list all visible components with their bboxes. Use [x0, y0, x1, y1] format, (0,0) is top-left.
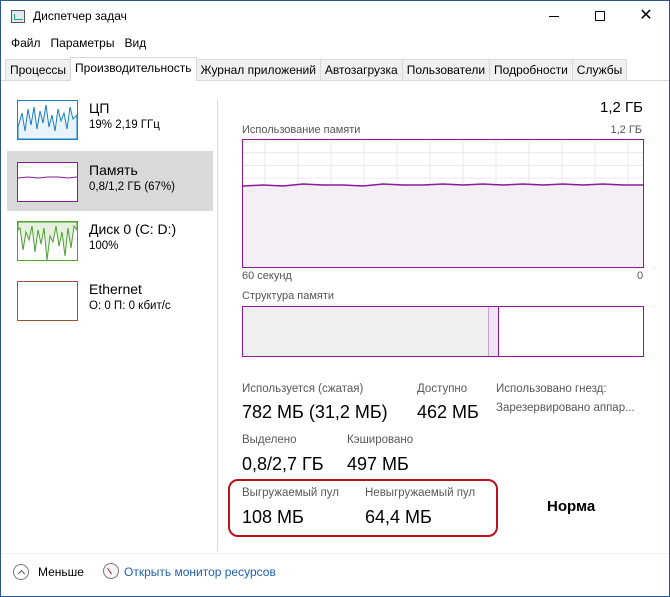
memory-usage-graph [243, 140, 643, 267]
available-value: 462 МБ [417, 402, 479, 422]
chart-time-left: 60 секунд [242, 270, 292, 282]
menu-file[interactable]: Файл [1, 33, 47, 53]
in-use-label: Используется (сжатая) [242, 383, 364, 395]
minimize-icon [549, 15, 559, 17]
usage-chart-label: Использование памяти [242, 124, 361, 136]
in-use-value: 782 МБ (31,2 МБ) [242, 402, 388, 422]
window-title: Диспетчер задач [33, 9, 127, 23]
tab-services[interactable]: Службы [571, 59, 628, 81]
sidebar-ethernet-detail: О: 0 П: 0 кбит/с [89, 300, 171, 312]
sidebar-disk-name: Диск 0 (C: D:) [89, 221, 177, 237]
norm-annotation: Норма [547, 498, 596, 515]
cached-value: 497 МБ [347, 454, 409, 474]
pool-highlight-outline [228, 479, 498, 537]
memory-usage-chart [242, 139, 644, 268]
sidebar-item-disk[interactable]: Диск 0 (C: D:) 100% [7, 211, 213, 271]
tab-performance[interactable]: Производительность [70, 57, 197, 81]
resource-sidebar: ЦП 19% 2,19 ГГц Память 0,8/1,2 ГБ (67%) … [7, 89, 213, 549]
menu-options[interactable]: Параметры [47, 33, 121, 53]
menu-bar: Файл Параметры Вид [1, 33, 152, 53]
committed-label: Выделено [242, 434, 297, 446]
maximize-icon [595, 11, 605, 21]
resource-monitor-icon[interactable] [103, 563, 119, 579]
menu-view[interactable]: Вид [120, 33, 152, 53]
close-icon: ✕ [639, 7, 653, 24]
committed-value: 0,8/2,7 ГБ [242, 454, 324, 474]
sidebar-disk-detail: 100% [89, 240, 119, 252]
chevron-up-icon[interactable] [13, 564, 29, 580]
close-button[interactable]: ✕ [623, 1, 669, 31]
sidebar-cpu-name: ЦП [89, 100, 110, 116]
memory-structure-bar [242, 306, 644, 357]
sidebar-ethernet-name: Ethernet [89, 281, 142, 297]
task-manager-icon [11, 10, 25, 23]
sidebar-cpu-detail: 19% 2,19 ГГц [89, 119, 160, 131]
sidebar-memory-detail: 0,8/1,2 ГБ (67%) [89, 181, 176, 193]
memory-thumbnail-graph [17, 162, 78, 202]
task-manager-window: Диспетчер задач ✕ Файл Параметры Вид Про… [0, 0, 670, 597]
usage-chart-max-label: 1,2 ГБ [610, 124, 642, 136]
tab-users[interactable]: Пользователи [401, 59, 491, 81]
fewer-details-button[interactable]: Меньше [38, 565, 84, 579]
tab-app-history[interactable]: Журнал приложений [195, 59, 321, 81]
structure-chart-label: Структура памяти [242, 290, 335, 302]
footer-divider [1, 553, 669, 554]
minimize-button[interactable] [531, 1, 577, 31]
ethernet-thumbnail-graph [17, 281, 78, 321]
tab-processes[interactable]: Процессы [5, 59, 72, 81]
tab-startup[interactable]: Автозагрузка [319, 59, 403, 81]
memory-total: 1,2 ГБ [600, 99, 643, 116]
sidebar-item-memory[interactable]: Память 0,8/1,2 ГБ (67%) [7, 151, 213, 211]
chart-time-right: 0 [637, 270, 644, 282]
sidebar-item-ethernet[interactable]: Ethernet О: 0 П: 0 кбит/с [7, 271, 213, 331]
structure-modified-segment [489, 307, 499, 356]
disk-thumbnail-graph [17, 221, 78, 261]
title-bar: Диспетчер задач ✕ [1, 1, 669, 31]
cpu-thumbnail-graph [17, 100, 78, 140]
sidebar-item-cpu[interactable]: ЦП 19% 2,19 ГГц [7, 89, 213, 149]
sidebar-memory-name: Память [89, 162, 138, 178]
sidebar-divider [217, 100, 218, 551]
available-label: Доступно [417, 383, 468, 395]
open-resource-monitor-link[interactable]: Открыть монитор ресурсов [124, 565, 276, 579]
structure-in-use-segment [243, 307, 489, 356]
cached-label: Кэшировано [347, 434, 414, 446]
slots-value: Зарезервировано аппар... [496, 402, 635, 414]
maximize-button[interactable] [577, 1, 623, 31]
tab-details[interactable]: Подробности [489, 59, 573, 81]
tab-strip: Процессы Производительность Журнал прило… [5, 57, 628, 81]
slots-label: Использовано гнезд: [496, 383, 607, 395]
